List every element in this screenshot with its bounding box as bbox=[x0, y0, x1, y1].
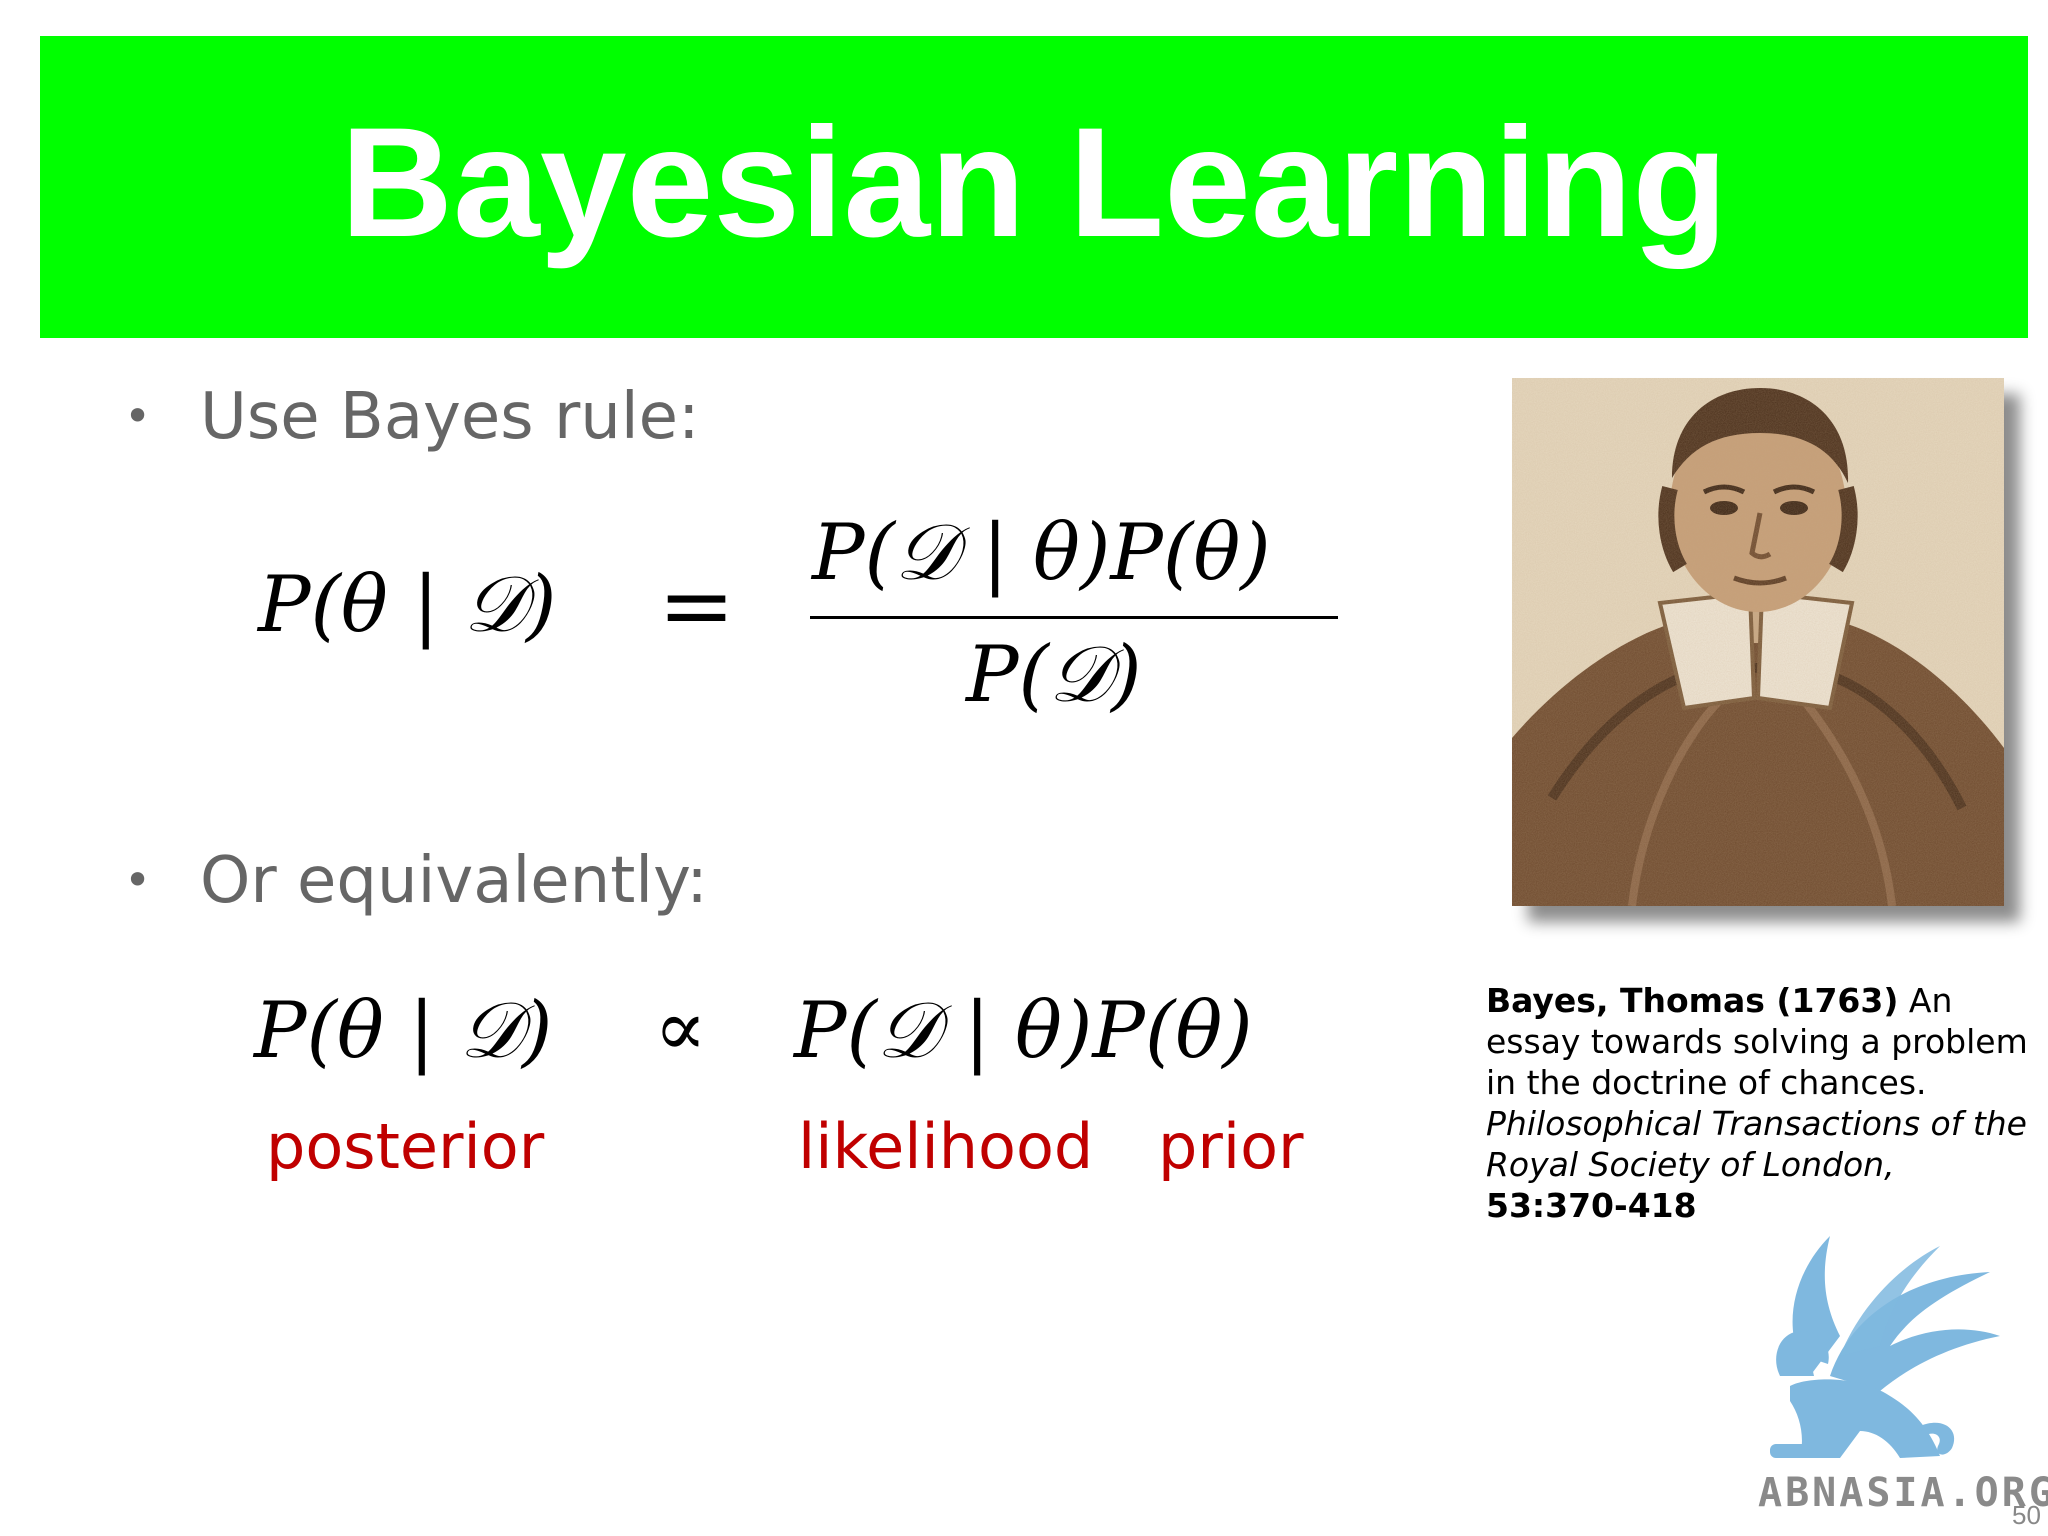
equation1-relation: = bbox=[658, 552, 736, 659]
bullet-item-2: • Or equivalently: bbox=[124, 844, 708, 918]
equation2-relation: ∝ bbox=[654, 984, 707, 1074]
fraction-bar bbox=[810, 616, 1338, 619]
bullet-item-1: • Use Bayes rule: bbox=[124, 380, 700, 454]
bullet-dot: • bbox=[124, 853, 152, 907]
bullet-dot: • bbox=[124, 389, 152, 443]
page-number: 50 bbox=[2012, 1500, 2041, 1530]
portrait-illustration bbox=[1512, 378, 2004, 906]
griffin-logo-graphic bbox=[1770, 1236, 2000, 1458]
equation1-denominator: P(𝒟) bbox=[966, 630, 1142, 720]
caption-author-year: Bayes, Thomas (1763) bbox=[1486, 981, 1899, 1020]
portrait-caption: Bayes, Thomas (1763) An essay towards so… bbox=[1486, 980, 2046, 1226]
label-prior: prior bbox=[1158, 1110, 1304, 1183]
griffin-logo-icon bbox=[1740, 1226, 2010, 1466]
caption-journal: Philosophical Transactions of the Royal … bbox=[1486, 1104, 2027, 1184]
equation1-lhs: P(θ | 𝒟) bbox=[258, 560, 557, 650]
label-posterior: posterior bbox=[266, 1110, 545, 1183]
logo-text: ABNASIA.ORG bbox=[1758, 1470, 2048, 1516]
equation1-numerator: P(𝒟 | θ)P(θ) bbox=[812, 508, 1271, 598]
caption-pages: 53:370-418 bbox=[1486, 1186, 1697, 1225]
equation2-lhs: P(θ | 𝒟) bbox=[254, 986, 553, 1076]
equation2-rhs: P(𝒟 | θ)P(θ) bbox=[794, 986, 1253, 1076]
title-banner: Bayesian Learning bbox=[40, 36, 2028, 338]
slide-title: Bayesian Learning bbox=[340, 96, 1728, 270]
thomas-bayes-portrait bbox=[1512, 378, 2004, 906]
bullet-text-1: Use Bayes rule: bbox=[200, 380, 700, 454]
bullet-text-2: Or equivalently: bbox=[200, 844, 708, 918]
label-likelihood: likelihood bbox=[798, 1110, 1094, 1183]
